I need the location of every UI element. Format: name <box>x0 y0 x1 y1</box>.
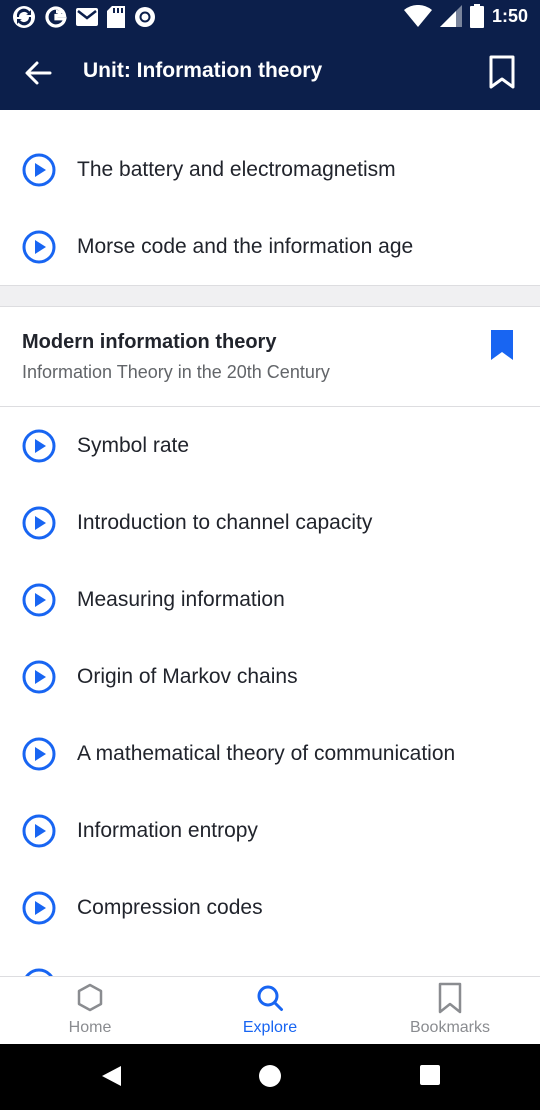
status-right: 1:50 <box>403 4 528 28</box>
status-left-icons <box>12 5 156 29</box>
lesson-label: Information entropy <box>77 818 258 842</box>
lesson-label: Introduction to channel capacity <box>77 510 373 534</box>
sd-card-icon <box>107 6 125 28</box>
bookmark-filled-icon[interactable] <box>489 328 515 362</box>
lesson-label: Measuring information <box>77 587 285 611</box>
nav-home[interactable]: Home <box>0 977 180 1045</box>
home-icon <box>77 983 103 1012</box>
play-icon <box>22 814 56 847</box>
status-bar: 1:50 <box>0 0 540 34</box>
lesson-item[interactable]: Symbol rate <box>0 407 540 484</box>
lesson-item[interactable]: Origin of Markov chains <box>0 638 540 715</box>
lesson-label: Symbol rate <box>77 433 190 457</box>
play-icon <box>22 153 56 186</box>
lesson-item[interactable]: Information entropy <box>0 792 540 869</box>
play-icon <box>22 506 56 539</box>
section-gap <box>0 286 540 306</box>
lesson-item[interactable]: Morse code and the information age <box>0 208 540 285</box>
lesson-item[interactable]: Measuring information <box>0 561 540 638</box>
google-icon <box>45 6 67 28</box>
nav-bookmarks-label: Bookmarks <box>409 1019 491 1036</box>
section-subtitle: Information Theory in the 20th Century <box>22 362 330 382</box>
back-triangle-icon[interactable] <box>99 1064 123 1088</box>
lesson-label: A mathematical theory of communication <box>77 741 456 765</box>
app-bar: Unit: Information theory <box>0 34 540 110</box>
lesson-label: Compression codes <box>77 895 263 919</box>
play-icon <box>22 230 56 263</box>
bookmark-icon <box>438 982 462 1014</box>
record-icon <box>135 7 155 27</box>
nav-explore-label: Explore <box>242 1019 298 1036</box>
signal-icon <box>439 5 462 27</box>
status-time: 1:50 <box>491 5 528 26</box>
recents-square-icon[interactable] <box>419 1064 441 1086</box>
android-nav-bar <box>0 1044 540 1110</box>
section-title: Modern information theory <box>22 331 277 353</box>
section-header: Modern information theory Information Th… <box>0 306 540 406</box>
lesson-item[interactable]: A mathematical theory of communication <box>0 715 540 792</box>
play-icon <box>22 660 56 693</box>
nav-explore[interactable]: Explore <box>180 977 360 1045</box>
battery-icon <box>469 4 484 28</box>
page-title: Unit: Information theory <box>83 59 323 82</box>
nav-home-label: Home <box>68 1019 112 1036</box>
lesson-item-partial[interactable] <box>0 946 540 976</box>
play-icon <box>22 737 56 770</box>
bottom-nav: Home Explore Bookmarks <box>0 976 540 1044</box>
play-icon <box>24 968 54 976</box>
lesson-label: Morse code and the information age <box>77 234 414 258</box>
lesson-label: The battery and electromagnetism <box>77 157 396 181</box>
play-icon <box>22 583 56 616</box>
lesson-item[interactable]: Introduction to channel capacity <box>0 484 540 561</box>
content-list[interactable]: The battery and electromagnetism Morse c… <box>0 110 540 976</box>
bookmark-outline-icon[interactable] <box>487 54 517 90</box>
lesson-item[interactable]: The battery and electromagnetism <box>0 131 540 208</box>
gmail-icon <box>76 8 98 26</box>
wifi-icon <box>403 5 432 27</box>
back-arrow-icon[interactable] <box>22 57 54 89</box>
lesson-item[interactable]: Compression codes <box>0 869 540 946</box>
nav-bookmarks[interactable]: Bookmarks <box>360 977 540 1045</box>
search-icon <box>257 985 283 1011</box>
play-icon <box>22 891 56 924</box>
sync-icon <box>13 6 35 28</box>
play-icon <box>22 429 56 462</box>
lesson-label: Origin of Markov chains <box>77 664 298 688</box>
home-circle-icon[interactable] <box>258 1064 282 1088</box>
